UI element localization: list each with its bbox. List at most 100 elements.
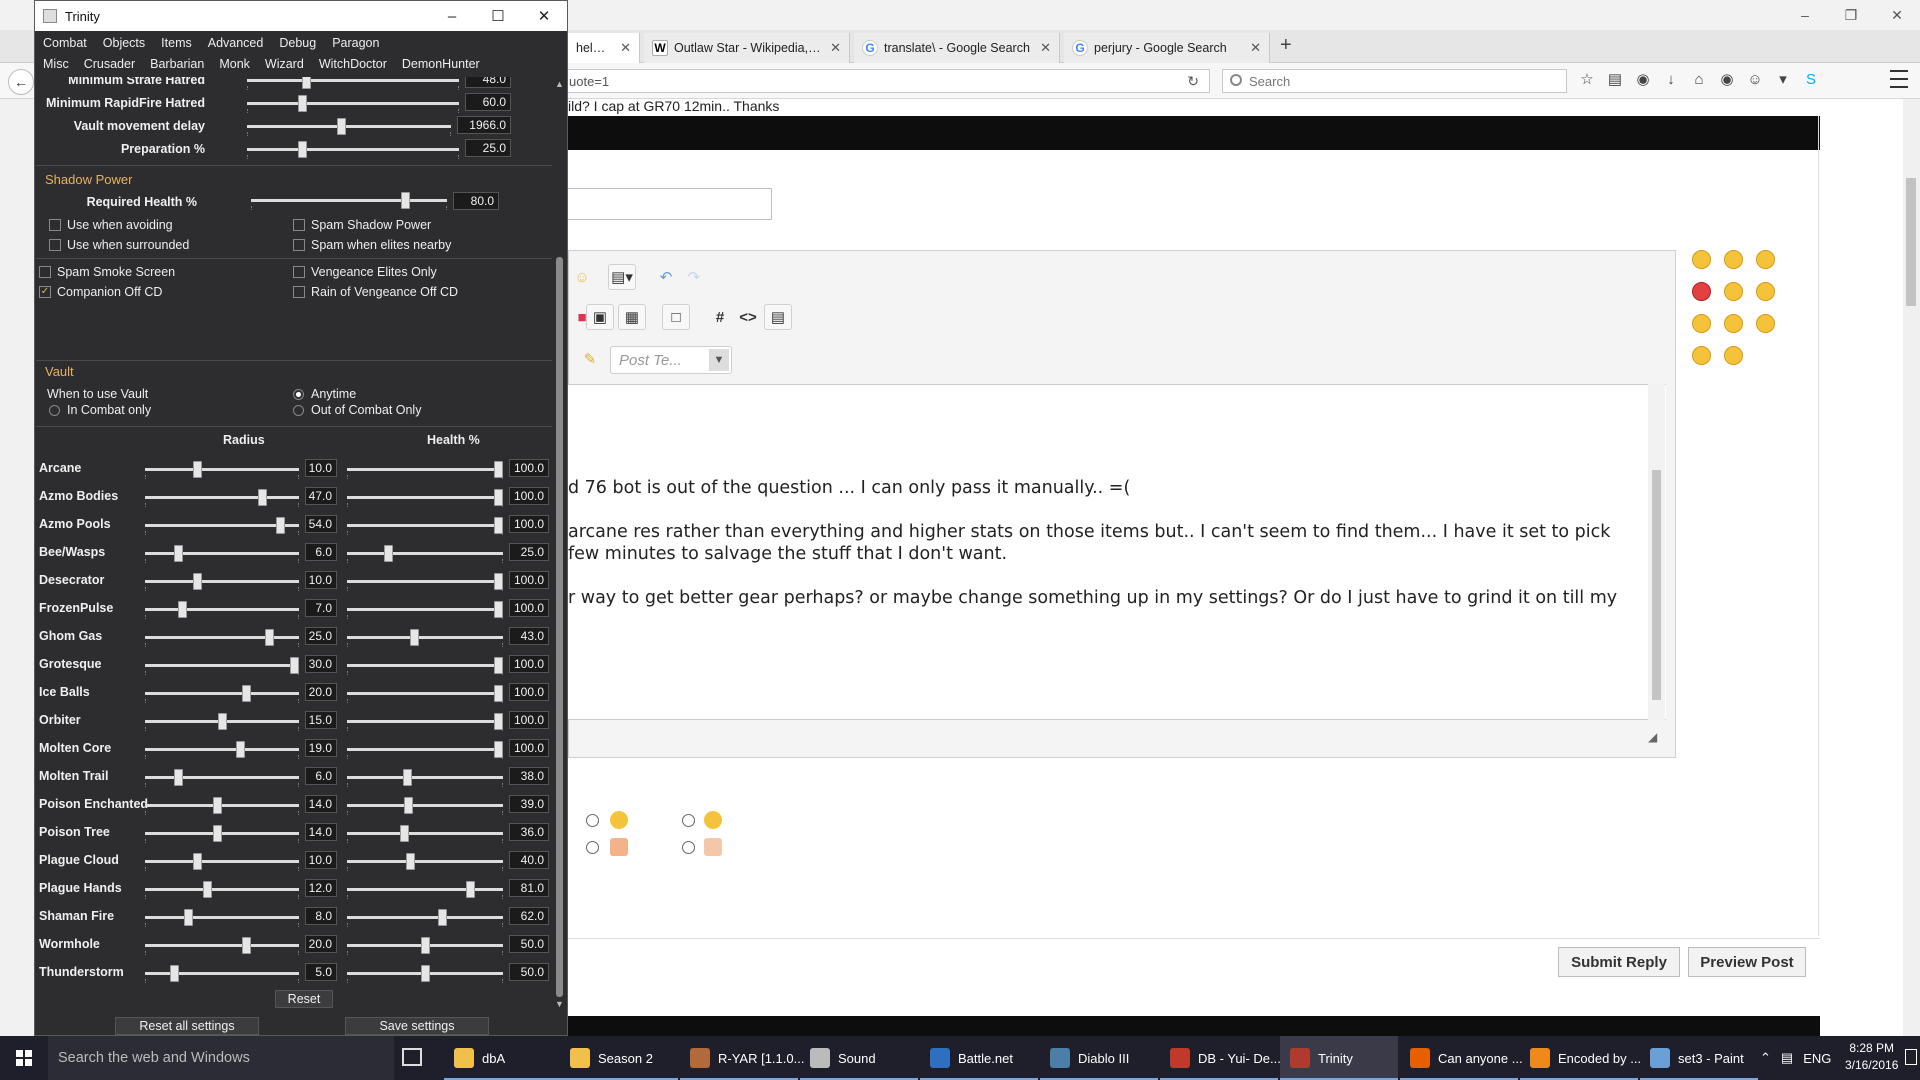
- azmo-bodies-health-value[interactable]: 100.0: [509, 487, 549, 505]
- option-checkbox[interactable]: Spam Smoke Screen: [39, 265, 175, 279]
- bee-wasps-radius-value[interactable]: 6.0: [305, 543, 337, 561]
- taskbar-app[interactable]: Sound: [800, 1036, 918, 1080]
- grotesque-radius-slider-track[interactable]: [145, 664, 299, 667]
- quote-icon[interactable]: □: [662, 304, 690, 330]
- shadow-power-checkbox[interactable]: Spam when elites nearby: [293, 238, 451, 252]
- poison-tree-radius-slider-thumb[interactable]: [213, 825, 222, 842]
- reset-all-settings-button[interactable]: Reset all settings: [115, 1017, 259, 1035]
- poison-enchanted-radius-slider-track[interactable]: [145, 804, 299, 807]
- ghom-gas-radius-value[interactable]: 25.0: [305, 627, 337, 645]
- minimize-icon[interactable]: –: [429, 1, 475, 31]
- tab-barbarian[interactable]: Barbarian: [150, 57, 204, 71]
- browser-tab[interactable]: G translate\ - Google Search ✕: [854, 33, 1060, 63]
- reading-list-icon[interactable]: ▤: [1606, 68, 1624, 90]
- browser-tab[interactable]: G perjury - Google Search ✕: [1064, 33, 1270, 63]
- desecrator-health-slider-thumb[interactable]: [494, 573, 503, 590]
- frown-icon[interactable]: [1724, 250, 1743, 269]
- bee-wasps-radius-slider-thumb[interactable]: [174, 545, 183, 562]
- vault-movement-delay-slider-track[interactable]: [247, 125, 451, 128]
- molten-trail-radius-value[interactable]: 6.0: [305, 767, 337, 785]
- extension-icon[interactable]: ☺: [1746, 68, 1764, 90]
- minimum-rapidfire-hatred-slider-thumb[interactable]: [298, 95, 307, 112]
- bee-wasps-radius-slider-track[interactable]: [145, 552, 299, 555]
- ice-balls-health-slider-track[interactable]: [347, 692, 503, 695]
- thunderstorm-radius-slider-thumb[interactable]: [170, 965, 179, 982]
- close-icon[interactable]: ✕: [1874, 0, 1920, 30]
- frozenpulse-radius-slider-thumb[interactable]: [178, 601, 187, 618]
- desecrator-radius-slider-track[interactable]: [145, 580, 299, 583]
- close-tab-icon[interactable]: ✕: [830, 40, 841, 56]
- tab-debug[interactable]: Debug: [279, 36, 316, 50]
- tab-monk[interactable]: Monk: [219, 57, 250, 71]
- option-checkbox[interactable]: Rain of Vengeance Off CD: [293, 285, 458, 299]
- ice-balls-radius-slider-track[interactable]: [145, 692, 299, 695]
- checkbox-icon[interactable]: ✓: [39, 286, 51, 298]
- plague-hands-radius-slider-track[interactable]: [145, 888, 299, 891]
- highlight-icon[interactable]: ✎: [576, 346, 604, 372]
- molten-trail-radius-slider-track[interactable]: [145, 776, 299, 779]
- back-arrow-icon[interactable]: ←: [8, 69, 34, 95]
- taskbar-app[interactable]: DB - Yui- De...: [1160, 1036, 1281, 1080]
- url-bar[interactable]: uote=1 ↻: [560, 69, 1210, 93]
- checkbox-icon[interactable]: [293, 239, 305, 251]
- molten-core-radius-slider-track[interactable]: [145, 748, 299, 751]
- checkbox-icon[interactable]: [49, 219, 61, 231]
- preparation--value[interactable]: 25.0: [465, 139, 511, 157]
- scroll-up-icon[interactable]: ▲: [555, 79, 564, 89]
- language-indicator[interactable]: ENG: [1803, 1051, 1831, 1066]
- ice-balls-radius-slider-thumb[interactable]: [242, 685, 251, 702]
- checkbox-icon[interactable]: [293, 219, 305, 231]
- vault-radio[interactable]: Anytime: [293, 387, 356, 401]
- shaman-fire-radius-value[interactable]: 8.0: [305, 907, 337, 925]
- plague-cloud-radius-value[interactable]: 10.0: [305, 851, 337, 869]
- grotesque-health-slider-thumb[interactable]: [494, 657, 503, 674]
- arcane-radius-slider-thumb[interactable]: [193, 461, 202, 478]
- grotesque-radius-slider-thumb[interactable]: [290, 657, 299, 674]
- eek-icon[interactable]: [1756, 314, 1775, 333]
- wormhole-radius-slider-track[interactable]: [145, 944, 299, 947]
- minimum-strafe-hatred-slider-thumb[interactable]: [302, 77, 311, 89]
- option-checkbox[interactable]: ✓ Companion Off CD: [39, 285, 162, 299]
- textarea-scroll-thumb[interactable]: [1652, 470, 1661, 700]
- tab-advanced[interactable]: Advanced: [208, 36, 264, 50]
- vault-movement-delay-slider-thumb[interactable]: [337, 118, 346, 135]
- poison-tree-health-value[interactable]: 36.0: [509, 823, 549, 841]
- wormhole-health-value[interactable]: 50.0: [509, 935, 549, 953]
- arcane-health-value[interactable]: 100.0: [509, 459, 549, 477]
- poison-enchanted-health-slider-track[interactable]: [347, 804, 503, 807]
- tab-demonhunter[interactable]: DemonHunter: [402, 57, 480, 71]
- plague-cloud-radius-slider-track[interactable]: [145, 860, 299, 863]
- notification-icon[interactable]: [1905, 1049, 1917, 1065]
- chat-icon[interactable]: ◉: [1718, 68, 1736, 90]
- hamburger-menu-icon[interactable]: [1890, 70, 1908, 88]
- azmo-bodies-health-slider-track[interactable]: [347, 496, 503, 499]
- insert-image-icon[interactable]: ▣: [586, 304, 614, 330]
- checkbox-icon[interactable]: [293, 266, 305, 278]
- taskbar-clock[interactable]: 8:28 PM 3/16/2016: [1845, 1040, 1898, 1074]
- plague-cloud-radius-slider-thumb[interactable]: [193, 853, 202, 870]
- close-tab-icon[interactable]: ✕: [1250, 40, 1261, 56]
- title-input[interactable]: [568, 188, 772, 220]
- post-icon-radio[interactable]: [586, 814, 599, 827]
- radio-icon[interactable]: [293, 404, 304, 416]
- orbiter-health-slider-thumb[interactable]: [494, 713, 503, 730]
- orbiter-radius-slider-thumb[interactable]: [218, 713, 227, 730]
- checkbox-icon[interactable]: [39, 266, 51, 278]
- preview-post-button[interactable]: Preview Post: [1688, 947, 1806, 977]
- submit-reply-button[interactable]: Submit Reply: [1558, 947, 1680, 977]
- plague-hands-health-value[interactable]: 81.0: [509, 879, 549, 897]
- thunderstorm-radius-value[interactable]: 5.0: [305, 963, 337, 981]
- surprised-icon[interactable]: [1724, 346, 1743, 365]
- shaman-fire-health-slider-thumb[interactable]: [438, 909, 447, 926]
- ice-balls-radius-value[interactable]: 20.0: [305, 683, 337, 701]
- molten-core-radius-value[interactable]: 19.0: [305, 739, 337, 757]
- task-view-icon[interactable]: [402, 1048, 422, 1066]
- molten-trail-health-slider-thumb[interactable]: [403, 769, 412, 786]
- azmo-pools-radius-slider-thumb[interactable]: [276, 517, 285, 534]
- radio-icon[interactable]: [293, 388, 304, 400]
- thunderstorm-health-slider-thumb[interactable]: [421, 965, 430, 982]
- ghom-gas-radius-slider-track[interactable]: [145, 636, 299, 639]
- azmo-bodies-radius-value[interactable]: 47.0: [305, 487, 337, 505]
- love-icon[interactable]: [1724, 314, 1743, 333]
- poison-enchanted-health-value[interactable]: 39.0: [509, 795, 549, 813]
